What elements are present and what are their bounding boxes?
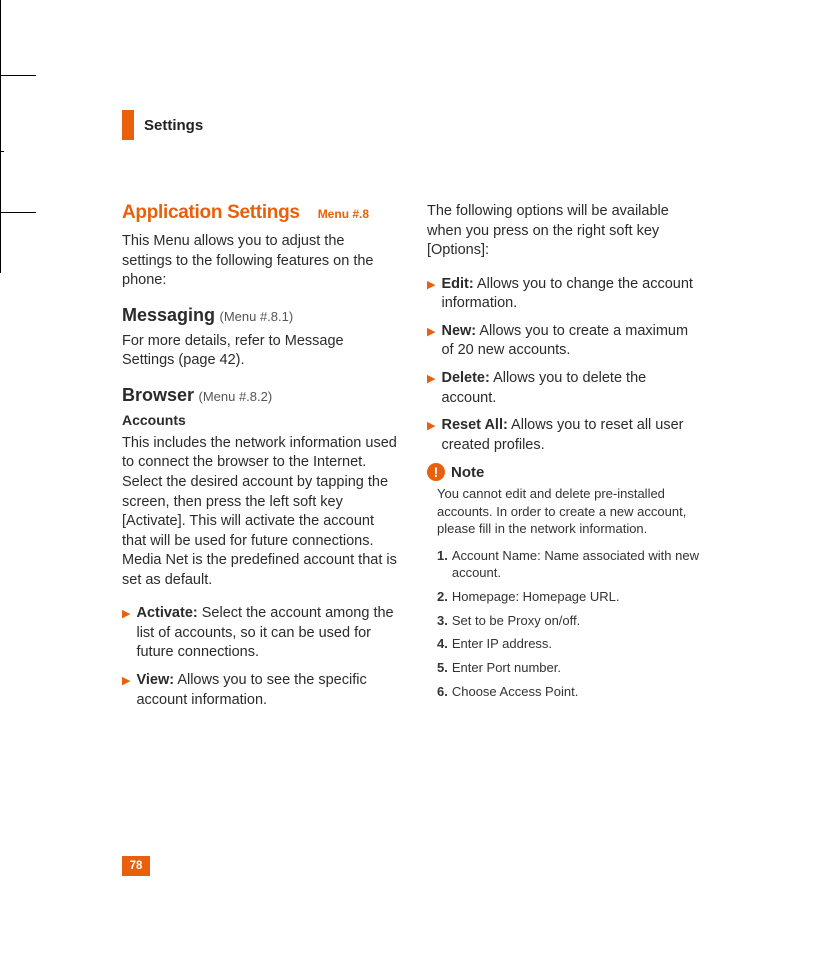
triangle-icon: ▶ xyxy=(427,369,435,408)
chapter-marker xyxy=(122,110,134,140)
right-intro: The following options will be available … xyxy=(427,202,702,261)
step-num: 4. xyxy=(437,636,448,653)
step-text: Enter IP address. xyxy=(452,636,552,653)
list-item: ▶ Activate: Select the account among the… xyxy=(122,604,397,663)
list-item: ▶ Reset All: Allows you to reset all use… xyxy=(427,416,702,455)
chapter-header: Settings xyxy=(122,110,702,140)
step-num: 3. xyxy=(437,613,448,630)
list-item: 1.Account Name: Name associated with new… xyxy=(437,548,702,582)
section-heading-row: Application Settings Menu #.8 xyxy=(122,202,397,224)
bullet-desc: Allows you to create a maximum of 20 new… xyxy=(441,323,688,359)
browser-heading: Browser xyxy=(122,385,194,405)
messaging-heading-row: Messaging (Menu #.8.1) xyxy=(122,305,397,326)
step-num: 5. xyxy=(437,660,448,677)
list-item: ▶ New: Allows you to create a maximum of… xyxy=(427,322,702,361)
left-column: Application Settings Menu #.8 This Menu … xyxy=(122,202,397,718)
list-item: ▶ Delete: Allows you to delete the accou… xyxy=(427,369,702,408)
bullet-term: Reset All: xyxy=(441,417,507,433)
note-text: You cannot edit and delete pre-installed… xyxy=(437,485,702,538)
section-title: Application Settings xyxy=(122,202,300,224)
note-steps: 1.Account Name: Name associated with new… xyxy=(437,548,702,701)
list-item: ▶ Edit: Allows you to change the account… xyxy=(427,275,702,314)
list-item: 2.Homepage: Homepage URL. xyxy=(437,589,702,606)
accounts-heading: Accounts xyxy=(122,412,397,428)
chapter-title: Settings xyxy=(144,117,203,134)
note-header: ! Note xyxy=(427,463,702,481)
section-intro: This Menu allows you to adjust the setti… xyxy=(122,232,397,291)
messaging-ref: (Menu #.8.1) xyxy=(219,309,293,324)
bullet-term: Activate: xyxy=(136,605,197,621)
step-text: Set to be Proxy on/off. xyxy=(452,613,580,630)
list-item: 3.Set to be Proxy on/off. xyxy=(437,613,702,630)
bullet-term: New: xyxy=(441,323,476,339)
step-text: Account Name: Name associated with new a… xyxy=(452,548,702,582)
list-item: 6.Choose Access Point. xyxy=(437,684,702,701)
bullet-desc: Allows you to change the account informa… xyxy=(441,276,692,312)
right-column: The following options will be available … xyxy=(427,202,702,718)
page-number: 78 xyxy=(122,856,150,876)
step-text: Enter Port number. xyxy=(452,660,561,677)
step-num: 1. xyxy=(437,548,448,582)
step-num: 6. xyxy=(437,684,448,701)
browser-heading-row: Browser (Menu #.8.2) xyxy=(122,385,397,406)
accounts-text: This includes the network information us… xyxy=(122,434,397,591)
bullet-term: Delete: xyxy=(441,370,489,386)
messaging-heading: Messaging xyxy=(122,305,215,325)
list-item: ▶ View: Allows you to see the specific a… xyxy=(122,671,397,710)
list-item: 5.Enter Port number. xyxy=(437,660,702,677)
note-icon: ! xyxy=(427,463,445,481)
page-content: Settings Application Settings Menu #.8 T… xyxy=(122,110,702,718)
bullet-term: Edit: xyxy=(441,276,473,292)
triangle-icon: ▶ xyxy=(122,604,130,663)
note-title: Note xyxy=(451,464,484,481)
step-num: 2. xyxy=(437,589,448,606)
right-bullet-list: ▶ Edit: Allows you to change the account… xyxy=(427,275,702,456)
list-item: 4.Enter IP address. xyxy=(437,636,702,653)
triangle-icon: ▶ xyxy=(122,671,130,710)
browser-ref: (Menu #.8.2) xyxy=(198,389,272,404)
triangle-icon: ▶ xyxy=(427,322,435,361)
triangle-icon: ▶ xyxy=(427,416,435,455)
bullet-term: View: xyxy=(136,672,174,688)
step-text: Choose Access Point. xyxy=(452,684,578,701)
triangle-icon: ▶ xyxy=(427,275,435,314)
left-bullet-list: ▶ Activate: Select the account among the… xyxy=(122,604,397,710)
messaging-text: For more details, refer to Message Setti… xyxy=(122,332,397,371)
section-menu-ref: Menu #.8 xyxy=(318,207,369,221)
step-text: Homepage: Homepage URL. xyxy=(452,589,620,606)
